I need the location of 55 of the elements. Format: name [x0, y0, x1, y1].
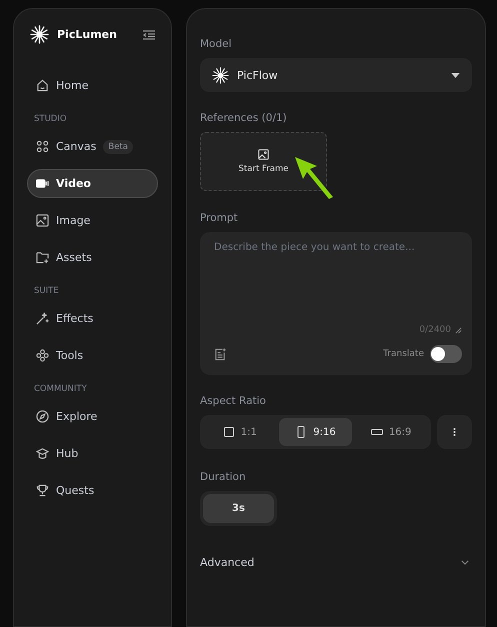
- image-icon: [258, 149, 269, 160]
- caret-down-icon: [451, 72, 460, 78]
- field-label: References (0/1): [200, 112, 288, 124]
- chevron-icon: [461, 560, 469, 565]
- assets-icon: [36, 251, 49, 264]
- model-dropdown[interactable]: PicFlow: [200, 58, 472, 92]
- translate-toggle[interactable]: [430, 345, 462, 363]
- section-heading: STUDIO: [33, 113, 68, 126]
- collapse-sidebar-icon[interactable]: [143, 30, 155, 40]
- nav-item[interactable]: Hub: [27, 439, 158, 468]
- start-frame-upload[interactable]: Start Frame: [200, 132, 327, 191]
- starburst-model-icon: [212, 66, 229, 84]
- hub-icon: [36, 447, 49, 460]
- nav-item[interactable]: Video: [27, 169, 158, 198]
- section-heading: SUITE: [33, 285, 60, 298]
- translate-label: Translate: [383, 349, 424, 359]
- aspect-ratio-option[interactable]: 9:16: [278, 418, 352, 446]
- quests-icon: [36, 484, 49, 497]
- nav-item[interactable]: Quests: [27, 476, 158, 505]
- explore-icon: [36, 410, 49, 423]
- character-counter: 0/2400: [419, 325, 451, 335]
- prompt-input[interactable]: Describe the piece you want to create...: [214, 242, 462, 325]
- nav-item[interactable]: Explore: [27, 402, 158, 431]
- nav-item[interactable]: Image: [27, 206, 158, 235]
- field-label: Duration: [200, 471, 247, 483]
- resize-handle-icon[interactable]: [455, 326, 462, 334]
- duration-option[interactable]: 3s: [203, 494, 274, 523]
- pointer-arrow-icon: [295, 157, 335, 199]
- section-heading: COMMUNITY: [33, 383, 88, 396]
- advanced-section-toggle[interactable]: Advanced: [200, 556, 472, 569]
- prompt-field[interactable]: Describe the piece you want to create... 0/2400 Translate: [200, 232, 472, 375]
- portrait-shape-icon: [295, 426, 308, 438]
- nav-item[interactable]: Canvas Beta: [27, 132, 158, 161]
- more-icon: [453, 427, 456, 437]
- prompt-notes-icon[interactable]: [214, 348, 227, 360]
- image-icon: [36, 214, 49, 227]
- tools-icon: [36, 349, 49, 362]
- field-label: Aspect Ratio: [200, 395, 267, 407]
- effects-icon: [36, 312, 49, 325]
- nav-item[interactable]: Assets: [27, 243, 158, 272]
- brand-name: PicLumen: [57, 28, 118, 41]
- square-shape-icon: [222, 426, 235, 438]
- beta-badge: Beta: [103, 140, 133, 154]
- field-label: Prompt: [200, 212, 239, 224]
- aspect-ratio-option[interactable]: 16:9: [354, 418, 428, 446]
- home-icon: [36, 79, 49, 92]
- field-label: Model: [200, 38, 233, 50]
- nav-item[interactable]: Tools: [27, 341, 158, 370]
- nav-item[interactable]: Home: [27, 71, 158, 100]
- nav-item[interactable]: Effects: [27, 304, 158, 333]
- canvas-icon: [36, 140, 49, 153]
- starburst-logo-icon: [30, 25, 49, 44]
- landscape-shape-icon: [370, 426, 383, 438]
- video-icon: [36, 177, 49, 190]
- aspect-ratio-option[interactable]: 1:1: [203, 418, 277, 446]
